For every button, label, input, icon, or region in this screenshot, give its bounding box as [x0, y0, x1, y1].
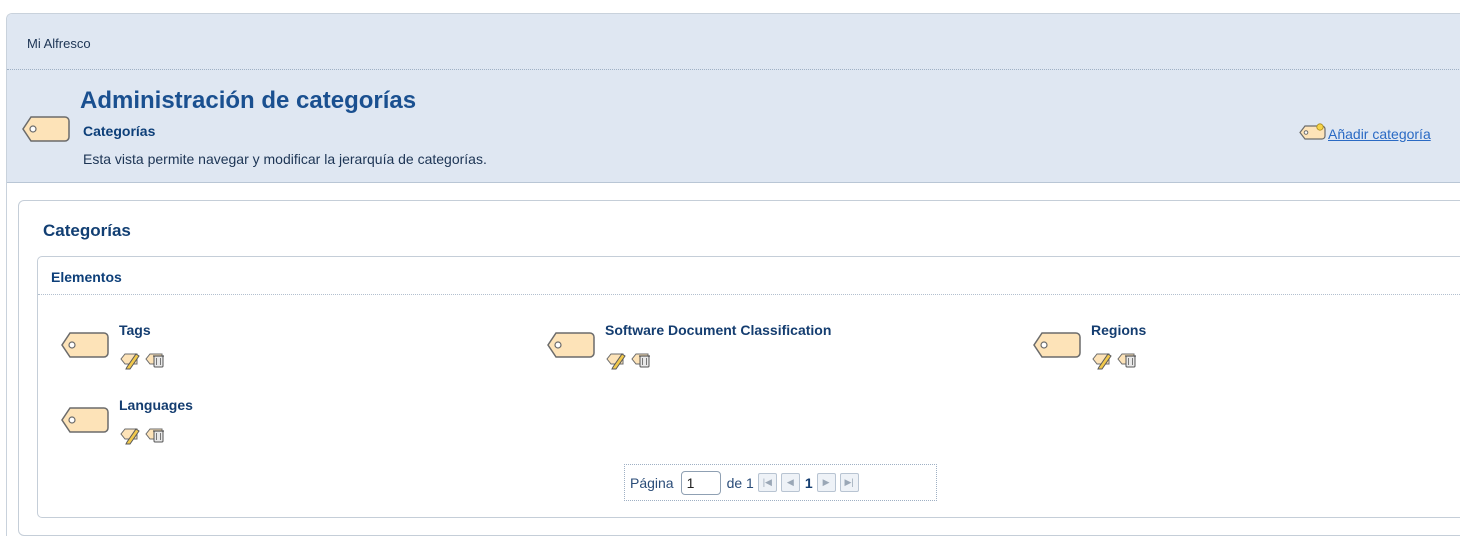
edit-category-icon[interactable]: [605, 348, 627, 370]
pagination: Página de 1 |◀ ◀ 1 ▶ ▶|: [624, 464, 937, 501]
category-tag-icon: [60, 330, 110, 365]
category-actions: [1091, 348, 1138, 370]
category-item: Tags: [60, 322, 540, 390]
category-item: Regions: [1032, 322, 1460, 390]
page-subtitle: Categorías: [83, 123, 156, 139]
previous-page-icon[interactable]: ◀: [780, 473, 800, 492]
category-tag-icon: [21, 114, 71, 149]
elements-header: Elementos: [38, 257, 1460, 295]
categories-panel: Categorías Elementos Tags Software Docum…: [18, 200, 1460, 536]
category-tag-icon: [60, 405, 110, 440]
category-actions: [119, 423, 166, 445]
delete-category-icon[interactable]: [630, 348, 652, 370]
category-actions: [119, 348, 166, 370]
add-category-icon[interactable]: [1298, 123, 1326, 144]
elements-title: Elementos: [51, 269, 122, 285]
add-category-action[interactable]: Añadir categoría: [1298, 123, 1431, 144]
category-tag-icon: [1032, 330, 1082, 365]
category-label[interactable]: Languages: [119, 397, 193, 413]
current-page-number[interactable]: 1: [805, 475, 813, 491]
breadcrumb[interactable]: Mi Alfresco: [27, 36, 91, 51]
page-count-label: de 1: [726, 474, 754, 491]
delete-category-icon[interactable]: [144, 423, 166, 445]
breadcrumb-bar: Mi Alfresco: [7, 14, 1460, 70]
category-label[interactable]: Regions: [1091, 322, 1146, 338]
edit-category-icon[interactable]: [119, 423, 141, 445]
delete-category-icon[interactable]: [144, 348, 166, 370]
page-title: Administración de categorías: [80, 87, 417, 114]
edit-category-icon[interactable]: [1091, 348, 1113, 370]
delete-category-icon[interactable]: [1116, 348, 1138, 370]
category-tag-icon: [546, 330, 596, 365]
first-page-icon[interactable]: |◀: [757, 473, 777, 492]
page-header: Administración de categorías Categorías …: [7, 70, 1460, 183]
page-number-input[interactable]: [680, 470, 721, 495]
page-label: Página: [630, 474, 674, 491]
category-item: Software Document Classification: [546, 322, 1026, 390]
elements-panel: Elementos Tags Software Document Classif…: [37, 256, 1460, 518]
last-page-icon[interactable]: ▶|: [839, 473, 859, 492]
category-label[interactable]: Software Document Classification: [605, 322, 831, 338]
edit-category-icon[interactable]: [119, 348, 141, 370]
page-description: Esta vista permite navegar y modificar l…: [83, 151, 487, 167]
panel-title: Categorías: [43, 221, 131, 240]
category-item: Languages: [60, 397, 540, 465]
add-category-link[interactable]: Añadir categoría: [1328, 126, 1431, 142]
category-label[interactable]: Tags: [119, 322, 151, 338]
next-page-icon[interactable]: ▶: [816, 473, 836, 492]
category-actions: [605, 348, 652, 370]
